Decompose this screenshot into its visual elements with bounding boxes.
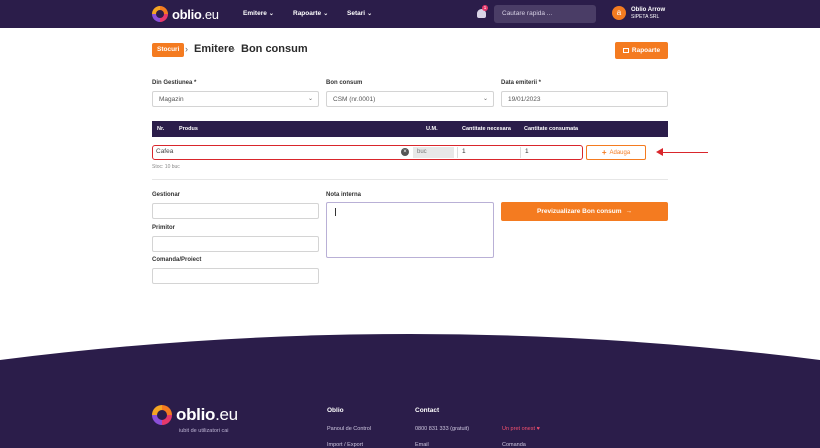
col-produs: Produs (179, 126, 198, 132)
footer-pret-onest[interactable]: Un pret onest ♥ (502, 426, 540, 432)
comanda-input[interactable] (152, 268, 319, 284)
notification-badge: 1 (482, 5, 488, 11)
nota-interna-label: Nota interna (326, 192, 362, 198)
gestiune-select[interactable]: Magazin ⌄ (152, 91, 319, 107)
footer-link-email[interactable]: Email (415, 442, 429, 448)
gestionar-label: Gestionar (152, 192, 181, 198)
footer-brand-suffix: .eu (215, 405, 238, 424)
arrow-right-icon: → (625, 208, 633, 215)
comanda-label: Comanda/Proiect (152, 257, 202, 263)
chevron-down-icon: ⌄ (323, 11, 329, 17)
footer-logo[interactable]: oblio.eu (152, 405, 238, 425)
brand-logo[interactable]: oblio.eu (152, 6, 219, 22)
gestiune-label: Din Gestiunea * (152, 80, 197, 86)
menu-emitere[interactable]: Emitere ⌄ (243, 10, 274, 17)
annotation-arrow-line (662, 151, 708, 153)
chevron-down-icon: ⌄ (268, 11, 274, 17)
footer-background (0, 334, 820, 448)
brand-name: oblio (172, 6, 202, 22)
preview-button[interactable]: Previzualizare Bon consum → (501, 202, 668, 221)
search-input[interactable]: Cautare rapida ... (494, 5, 596, 23)
report-icon (622, 48, 629, 53)
footer-tagline: iubit de utilizatori cai (179, 428, 229, 434)
product-input[interactable]: Cafea (154, 147, 412, 158)
plus-icon: + (601, 148, 607, 157)
qty-consumed-input[interactable]: 1 (520, 147, 581, 158)
primitor-input[interactable] (152, 236, 319, 252)
footer-brand-name: oblio (176, 405, 216, 424)
col-cantitate-necesara: Cantitate necesara (462, 126, 511, 132)
data-emiterii-label: Data emiterii * (501, 80, 542, 86)
logo-icon (152, 6, 168, 22)
user-company: SIPETA SRL (631, 14, 660, 20)
footer-col-contact-title: Contact (415, 407, 440, 414)
bon-consum-label: Bon consum (326, 80, 363, 86)
rapoarte-button[interactable]: Rapoarte (615, 42, 668, 59)
footer-col-oblio-title: Oblio (327, 407, 344, 414)
user-name[interactable]: Oblio Arrow (631, 7, 665, 13)
chevron-down-icon: ⌄ (482, 96, 488, 102)
text-caret (335, 208, 336, 216)
page-title: Bon consum (241, 43, 308, 55)
brand-suffix: .eu (201, 6, 219, 22)
chevron-right-icon: › (232, 44, 235, 54)
chevron-down-icon: ⌄ (307, 96, 313, 102)
products-table-header (152, 121, 668, 137)
breadcrumb-stocuri[interactable]: Stocuri (152, 43, 185, 57)
primitor-label: Primitor (152, 225, 176, 231)
nota-interna-textarea[interactable] (326, 202, 494, 258)
chevron-right-icon: › (185, 44, 188, 54)
um-field[interactable]: buc (413, 147, 454, 158)
logo-icon (152, 405, 172, 425)
user-avatar-icon[interactable]: a (612, 6, 626, 20)
menu-setari[interactable]: Setari ⌄ (347, 10, 372, 17)
footer-link-panou[interactable]: Panoul de Control (327, 426, 371, 432)
col-um: U.M. (426, 126, 438, 132)
footer-link-comanda[interactable]: Comanda (502, 442, 526, 448)
col-nr: Nr. (157, 126, 165, 132)
footer-link-phone[interactable]: 0800 831 333 (gratuit) (415, 426, 469, 432)
heart-icon: ♥ (536, 426, 540, 432)
gestionar-input[interactable] (152, 203, 319, 219)
breadcrumb-emitere[interactable]: Emitere (194, 43, 234, 55)
footer-link-import[interactable]: Import / Export (327, 442, 363, 448)
chevron-down-icon: ⌄ (367, 11, 373, 17)
stock-note: Stoc: 10 buc (152, 164, 180, 170)
bon-consum-select[interactable]: CSM (nr.0001) ⌄ (326, 91, 494, 107)
menu-rapoarte[interactable]: Rapoarte ⌄ (293, 10, 328, 17)
add-product-button[interactable]: + Adauga (586, 145, 646, 160)
clear-icon[interactable]: × (401, 148, 409, 156)
top-navbar (0, 0, 820, 28)
data-emiterii-input[interactable]: 19/01/2023 (501, 91, 668, 107)
col-cantitate-consumata: Cantitate consumata (524, 126, 579, 132)
qty-needed-input[interactable]: 1 (457, 147, 519, 158)
divider (152, 179, 668, 180)
